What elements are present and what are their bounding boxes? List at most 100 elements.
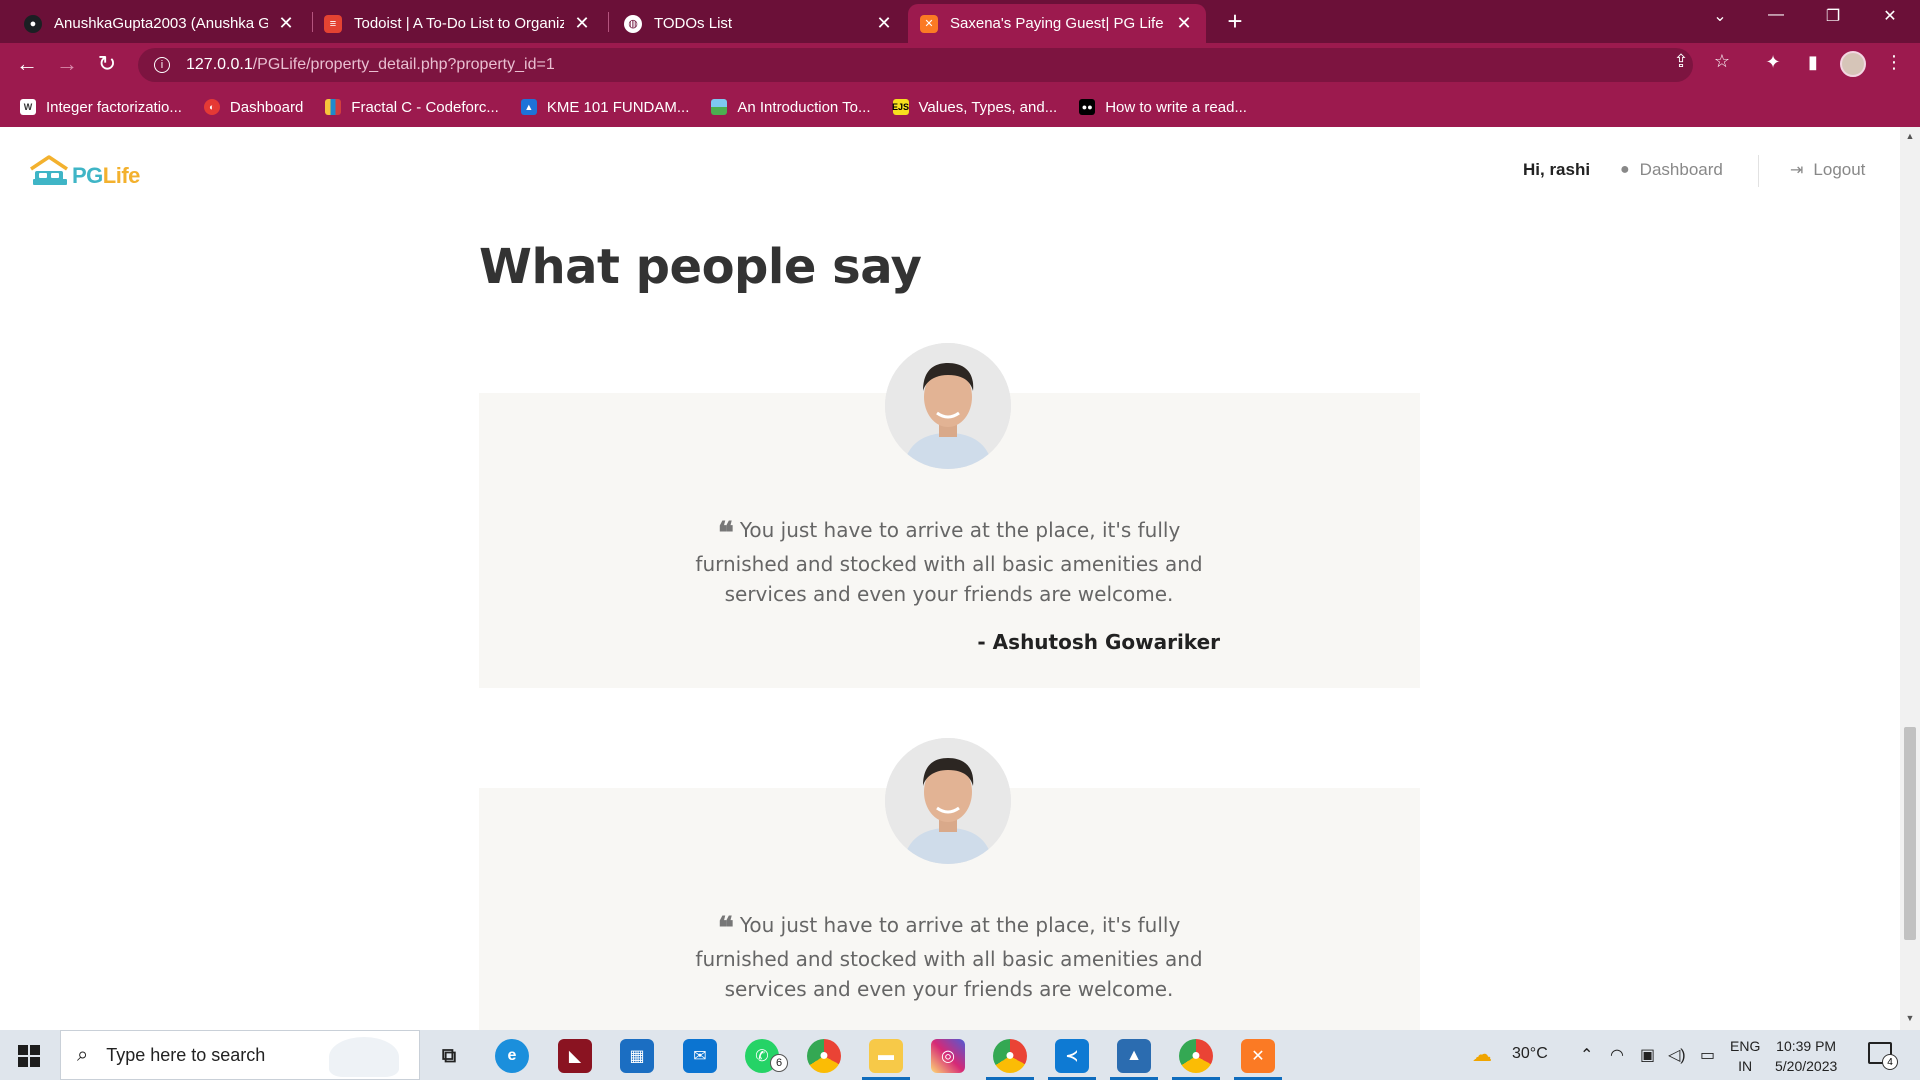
side-panel-icon[interactable]: ▮	[1799, 52, 1827, 73]
testimonial-author: - Ashutosh Gowariker	[977, 630, 1220, 654]
bookmark-label: Values, Types, and...	[918, 98, 1058, 116]
menu-icon[interactable]: ⋮	[1880, 52, 1908, 73]
site-header: PGLife Hi, rashi ● Dashboard ⇥ Logout	[0, 127, 1900, 213]
scroll-down-icon[interactable]: ▼	[1900, 1013, 1920, 1023]
classroom-icon: ▲	[520, 99, 537, 115]
xampp-icon[interactable]: ✕	[1241, 1039, 1275, 1073]
scroll-up-icon[interactable]: ▲	[1900, 131, 1920, 141]
chrome-icon[interactable]: ●	[807, 1039, 841, 1073]
extensions-icon[interactable]: ✦	[1759, 52, 1787, 73]
tab-label: AnushkaGupta2003 (Anushka Gu	[54, 15, 268, 32]
search-icon: ⌕	[77, 1043, 89, 1066]
task-view-icon[interactable]: ⧉	[432, 1039, 466, 1073]
sign-out-icon: ⇥	[1790, 162, 1804, 179]
globe-icon: ◍	[624, 14, 642, 33]
profile-avatar[interactable]	[1840, 51, 1866, 77]
url-path: /PGLife/property_detail.php?property_id=…	[252, 56, 555, 73]
info-icon[interactable]: i	[154, 57, 170, 73]
bookmark-item[interactable]: W Integer factorizatio...	[20, 99, 182, 116]
close-window-button[interactable]: ✕	[1870, 6, 1910, 26]
logout-label: Logout	[1813, 160, 1866, 179]
close-icon[interactable]: ✕	[1174, 13, 1194, 34]
new-tab-button[interactable]: +	[1220, 6, 1250, 37]
tab-label: TODOs List	[654, 15, 733, 32]
logo-text[interactable]: PGLife	[72, 163, 140, 189]
windows-taskbar: ⌕ Type here to search ⧉ e ◣ ▦ ✉ ✆ 6 ● ▬ …	[0, 1030, 1920, 1080]
close-icon[interactable]: ✕	[276, 13, 296, 34]
battery-icon[interactable]: ▭	[1700, 1045, 1715, 1065]
reload-button[interactable]: ↻	[93, 51, 121, 77]
bookmark-item[interactable]: ▲ KME 101 FUNDAM...	[520, 98, 690, 116]
xampp-icon: ✕	[920, 14, 938, 33]
page-scrollbar[interactable]: ▲ ▼	[1900, 127, 1920, 1030]
forward-button[interactable]: →	[53, 51, 81, 77]
photos-icon[interactable]: ▲	[1117, 1039, 1151, 1073]
language-indicator[interactable]: ENG IN	[1730, 1036, 1760, 1076]
scrollbar-thumb[interactable]	[1904, 727, 1916, 940]
browser-toolbar: ← → ↻ i 127.0.0.1/PGLife/property_detail…	[0, 43, 1920, 87]
mail-icon[interactable]: ✉	[683, 1039, 717, 1073]
logout-link[interactable]: ⇥ Logout	[1790, 160, 1865, 180]
address-bar[interactable]: i 127.0.0.1/PGLife/property_detail.php?p…	[138, 48, 1693, 82]
vscode-icon[interactable]: ≺	[1055, 1039, 1089, 1073]
close-icon[interactable]: ✕	[874, 13, 894, 34]
edge-icon[interactable]: e	[495, 1039, 529, 1073]
weather-icon[interactable]: ☁	[1472, 1042, 1492, 1067]
taskbar-search[interactable]: ⌕ Type here to search	[60, 1030, 420, 1080]
clock-time: 10:39 PM	[1776, 1038, 1837, 1054]
bookmark-star-icon[interactable]: ☆	[1708, 51, 1736, 72]
file-explorer-icon[interactable]: ▬	[869, 1039, 903, 1073]
user-greeting: Hi, rashi	[1523, 160, 1591, 179]
bookmark-item[interactable]: EJS Values, Types, and...	[892, 98, 1058, 116]
bookmark-item[interactable]: Fractal C - Codeforc...	[325, 99, 499, 116]
nav-divider	[1758, 155, 1759, 187]
language-code: ENG	[1730, 1038, 1761, 1054]
mysql-workbench-icon[interactable]: ◣	[558, 1039, 592, 1073]
tab-todoist[interactable]: ≡ Todoist | A To-Do List to Organize ✕	[312, 4, 604, 43]
testimonial-quote: ❝ You just have to arrive at the place, i…	[669, 910, 1229, 1004]
tab-todos-list[interactable]: ◍ TODOs List ✕	[612, 4, 906, 43]
bookmark-label: Fractal C - Codeforc...	[351, 98, 499, 116]
search-highlight-image	[329, 1037, 399, 1077]
tab-search-icon[interactable]: ⌄	[1700, 6, 1740, 26]
bookmark-item[interactable]: An Introduction To...	[711, 99, 871, 116]
restore-button[interactable]: ❐	[1813, 6, 1853, 26]
bookmarks-bar: W Integer factorizatio... ◐ Dashboard Fr…	[0, 87, 1920, 127]
chevron-up-icon[interactable]: ⌃	[1580, 1045, 1593, 1065]
chrome-profile-icon[interactable]: ●	[993, 1039, 1027, 1073]
windows-start-icon[interactable]	[18, 1045, 40, 1067]
tab-label: Saxena's Paying Guest| PG Life	[950, 15, 1164, 32]
bookmark-label: Dashboard	[229, 98, 304, 116]
tab-github[interactable]: ● AnushkaGupta2003 (Anushka Gu ✕	[12, 4, 308, 43]
quote-text: You just have to arrive at the place, it…	[695, 913, 1203, 1001]
browser-tab-bar: ● AnushkaGupta2003 (Anushka Gu ✕ ≡ Todoi…	[0, 0, 1920, 43]
medium-icon: ●●	[1079, 99, 1096, 115]
instagram-icon[interactable]: ◎	[931, 1039, 965, 1073]
dashboard-link[interactable]: ● Dashboard	[1620, 160, 1723, 180]
testimonial-quote: ❝ You just have to arrive at the place, i…	[669, 515, 1229, 609]
bookmark-label: KME 101 FUNDAM...	[546, 98, 690, 116]
quote-icon: ❝	[717, 911, 734, 946]
minimize-button[interactable]: —	[1756, 6, 1796, 24]
todoist-icon: ≡	[324, 14, 342, 33]
meet-now-icon[interactable]: ▣	[1640, 1045, 1655, 1065]
taskbar-clock[interactable]: 10:39 PM 5/20/2023	[1775, 1036, 1837, 1076]
github-icon: ●	[24, 14, 42, 33]
tab-label: Todoist | A To-Do List to Organize	[354, 15, 564, 32]
wifi-icon[interactable]: ◠	[1610, 1045, 1624, 1065]
tab-pg-life[interactable]: ✕ Saxena's Paying Guest| PG Life ✕	[908, 4, 1206, 43]
share-icon[interactable]: ⇪	[1667, 51, 1695, 72]
volume-icon[interactable]: ◁)	[1668, 1045, 1686, 1065]
back-button[interactable]: ←	[13, 51, 41, 77]
close-icon[interactable]: ✕	[572, 13, 592, 34]
bookmark-item[interactable]: ●● How to write a read...	[1079, 99, 1247, 116]
user-icon: ●	[1620, 161, 1630, 178]
dashboard-icon: ◐	[203, 99, 220, 115]
js-icon: EJS	[892, 99, 909, 115]
weather-temp[interactable]: 30°C	[1512, 1045, 1548, 1063]
bookmark-label: How to write a read...	[1105, 98, 1247, 116]
clock-date: 5/20/2023	[1775, 1058, 1838, 1074]
bookmark-item[interactable]: ◐ Dashboard	[203, 98, 304, 116]
microsoft-store-icon[interactable]: ▦	[620, 1039, 654, 1073]
chrome-active-icon[interactable]: ●	[1179, 1039, 1213, 1073]
